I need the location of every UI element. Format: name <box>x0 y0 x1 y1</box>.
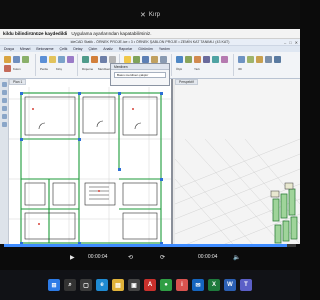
tool-icon[interactable] <box>212 56 219 63</box>
select-icon[interactable] <box>1 82 7 87</box>
tool-icon[interactable] <box>194 56 201 63</box>
menu-item[interactable]: Görünüm <box>138 47 153 51</box>
ribbon-label: Ölçü <box>176 67 183 71</box>
tool-icon[interactable] <box>133 56 140 63</box>
ribbon-label: Yazı <box>194 67 200 71</box>
elapsed-time: 00:00:04 <box>88 254 108 260</box>
close-icon[interactable]: ✕ <box>140 11 146 19</box>
view-icon[interactable] <box>265 56 272 63</box>
tool-icon[interactable] <box>151 56 158 63</box>
ribbon-group: 3D <box>236 54 298 76</box>
chrome-icon[interactable]: ● <box>160 279 172 291</box>
menu-item[interactable]: Raporlar <box>119 47 132 51</box>
idecad-window: kildu bilindirünüze kaydedildi Uygulama … <box>0 29 300 269</box>
explorer-icon[interactable]: ▤ <box>112 279 124 291</box>
ribbon-label: Merdiven <box>98 67 111 71</box>
tool-icon[interactable] <box>160 56 167 63</box>
highlighted-tool-icon[interactable] <box>124 56 131 63</box>
left-tool-strip <box>0 79 9 269</box>
ribbon-group: Kolon <box>2 54 36 76</box>
acrobat-icon[interactable]: A <box>144 279 156 291</box>
slab-tool-icon[interactable] <box>4 65 11 72</box>
mail-icon[interactable]: ✉ <box>192 279 204 291</box>
minimize-icon[interactable]: – <box>284 40 286 45</box>
excel-icon[interactable]: X <box>208 279 220 291</box>
crop-title: Kırp <box>148 11 160 18</box>
tool-icon[interactable] <box>176 56 183 63</box>
tool-icon[interactable] <box>203 56 210 63</box>
word-icon[interactable]: W <box>224 279 236 291</box>
pan-icon[interactable] <box>1 90 7 95</box>
ribbon-label: Perde <box>40 67 49 71</box>
menu-item[interactable]: Çelik <box>60 47 68 51</box>
stair-panel-title: Merdiven <box>111 64 169 70</box>
window-title: ideCAD Statik - ÖRNEK PROJE.ice • 3 • ÖR… <box>70 40 230 44</box>
ribbon-group: Perde Kiriş <box>38 54 78 76</box>
tool-icon[interactable] <box>142 56 149 63</box>
view-icon[interactable] <box>238 56 245 63</box>
view-icon[interactable] <box>247 56 254 63</box>
notification-bold: kildu bilindirünüze kaydedildi <box>3 31 68 36</box>
menu-item[interactable]: Yardım <box>159 47 170 51</box>
ribbon-label: Kolon <box>13 67 21 71</box>
total-time: 00:00:04 <box>198 254 218 260</box>
progress-fill <box>4 244 288 247</box>
wall-tool-icon[interactable] <box>13 56 20 63</box>
notification-text: Uygulama ayarlarından kapatabilirsiniz. <box>71 31 152 36</box>
save-notification: kildu bilindirünüze kaydedildi Uygulama … <box>0 29 300 39</box>
text-icon[interactable] <box>109 56 116 63</box>
volume-icon[interactable]: 🔈 <box>233 250 240 264</box>
crop-overlay-bar: ✕ Kırp <box>0 0 300 29</box>
ribbon-label: Kiriş <box>56 67 62 71</box>
floor-plan-view[interactable]: Plan 1 <box>9 79 173 269</box>
floor-plan-drawing <box>9 87 171 249</box>
menu-item[interactable]: Dosya <box>4 47 14 51</box>
dimension-icon[interactable] <box>100 56 107 63</box>
foundation-icon[interactable] <box>82 56 89 63</box>
video-player-bar: ▶ 00:00:04 ⟲ ⟳ 00:00:04 🔈 <box>0 244 300 270</box>
column-tool-icon[interactable] <box>4 56 11 63</box>
axis-icon[interactable] <box>91 56 98 63</box>
idecad-icon[interactable]: i <box>176 279 188 291</box>
menu-item[interactable]: Detay <box>73 47 82 51</box>
slab-icon[interactable] <box>58 56 65 63</box>
view-icon[interactable] <box>274 56 281 63</box>
play-icon[interactable]: ▶ <box>70 250 75 264</box>
stair-panel: Merdiven Basıs merdiven çalıştır <box>110 63 170 86</box>
menu-item[interactable]: Mimari <box>20 47 31 51</box>
3d-model-drawing <box>175 138 300 269</box>
start-icon[interactable]: ⊞ <box>48 279 60 291</box>
zoom-icon[interactable] <box>1 98 7 103</box>
ribbon-group: Ölçü Yazı <box>174 54 234 76</box>
forward-icon[interactable]: ⟳ <box>160 250 165 264</box>
ribbon-label: 3D <box>238 67 242 71</box>
task-view-icon[interactable]: ▢ <box>80 279 92 291</box>
stair-panel-button[interactable]: Basıs merdiven çalıştır <box>114 72 166 78</box>
view-icon[interactable] <box>256 56 263 63</box>
grid-icon[interactable] <box>1 122 7 127</box>
edge-icon[interactable]: e <box>96 279 108 291</box>
shear-wall-icon[interactable] <box>40 56 47 63</box>
close-window-icon[interactable]: ✕ <box>295 40 298 45</box>
stair-icon[interactable] <box>67 56 74 63</box>
menu-item[interactable]: Analiz <box>103 47 113 51</box>
beam-icon[interactable] <box>49 56 56 63</box>
layer-icon[interactable] <box>1 106 7 111</box>
beam-tool-icon[interactable] <box>22 56 29 63</box>
window-titlebar: ideCAD Statik - ÖRNEK PROJE.ice • 3 • ÖR… <box>0 39 300 46</box>
teams-icon[interactable]: T <box>240 279 252 291</box>
rewind-icon[interactable]: ⟲ <box>128 250 133 264</box>
tool-icon[interactable] <box>221 56 228 63</box>
store-icon[interactable]: ▣ <box>128 279 140 291</box>
snap-icon[interactable] <box>1 114 7 119</box>
search-icon[interactable]: ⌕ <box>64 279 76 291</box>
menu-item[interactable]: Betonarme <box>36 47 53 51</box>
taskbar: ⊞ ⌕ ▢ e ▤ ▣ A ● i ✉ X W T <box>0 270 300 300</box>
menu-item[interactable]: Çizim <box>88 47 97 51</box>
perspective-view[interactable]: Perspektif <box>175 79 300 269</box>
tool-icon[interactable] <box>185 56 192 63</box>
ribbon-label: Döşeme <box>82 67 94 71</box>
progress-bar[interactable] <box>4 244 296 247</box>
maximize-icon[interactable]: □ <box>289 40 291 45</box>
